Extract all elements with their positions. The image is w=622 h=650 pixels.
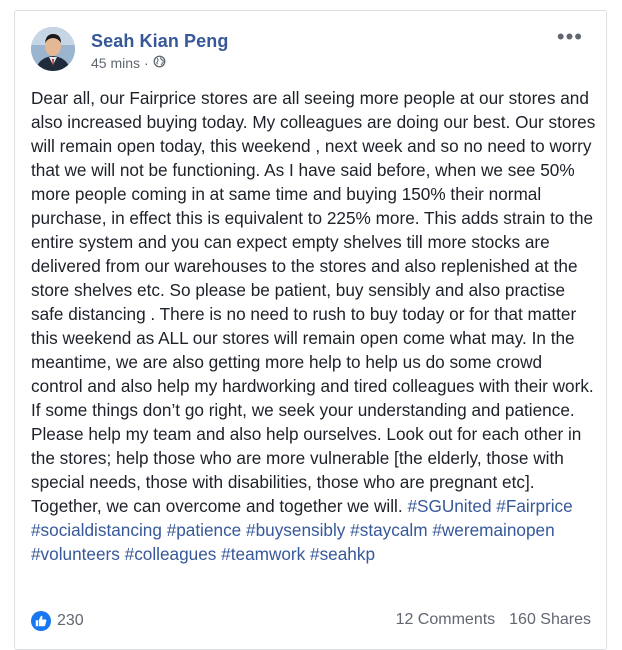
author-name[interactable]: Seah Kian Peng (91, 31, 228, 52)
hashtag[interactable]: #teamwork (221, 544, 305, 564)
post-header: Seah Kian Peng 45 mins · ••• (31, 26, 591, 77)
post-card: Seah Kian Peng 45 mins · ••• Dear all, o… (14, 10, 607, 650)
avatar[interactable] (31, 27, 75, 71)
hashtag[interactable]: #weremainopen (432, 520, 554, 540)
hashtag[interactable]: #colleagues (125, 544, 217, 564)
post-footer: 230 12 Comments 160 Shares (31, 609, 591, 635)
post-meta: 45 mins · (91, 55, 166, 71)
hashtag[interactable]: #Fairprice (496, 496, 572, 516)
thumbs-up-icon (31, 611, 51, 631)
hashtag[interactable]: #staycalm (350, 520, 427, 540)
meta-separator: · (144, 55, 149, 71)
post-text: Dear all, our Fairprice stores are all s… (31, 86, 597, 566)
avatar-image (31, 27, 75, 71)
more-options-icon[interactable]: ••• (557, 26, 583, 48)
hashtag[interactable]: #volunteers (31, 544, 120, 564)
hashtag[interactable]: #socialdistancing (31, 520, 162, 540)
hashtag[interactable]: #seahkp (310, 544, 375, 564)
hashtag[interactable]: #patience (167, 520, 242, 540)
globe-icon[interactable] (153, 55, 166, 71)
like-count: 230 (57, 612, 84, 629)
post-body: Dear all, our Fairprice stores are all s… (31, 88, 596, 516)
post-time[interactable]: 45 mins (91, 55, 140, 71)
hashtag[interactable]: #SGUnited (407, 496, 491, 516)
shares-count[interactable]: 160 Shares (509, 611, 591, 629)
comments-count[interactable]: 12 Comments (396, 611, 496, 629)
post-stats: 12 Comments 160 Shares (396, 611, 591, 629)
hashtag[interactable]: #buysensibly (246, 520, 345, 540)
reactions[interactable]: 230 (31, 611, 84, 631)
